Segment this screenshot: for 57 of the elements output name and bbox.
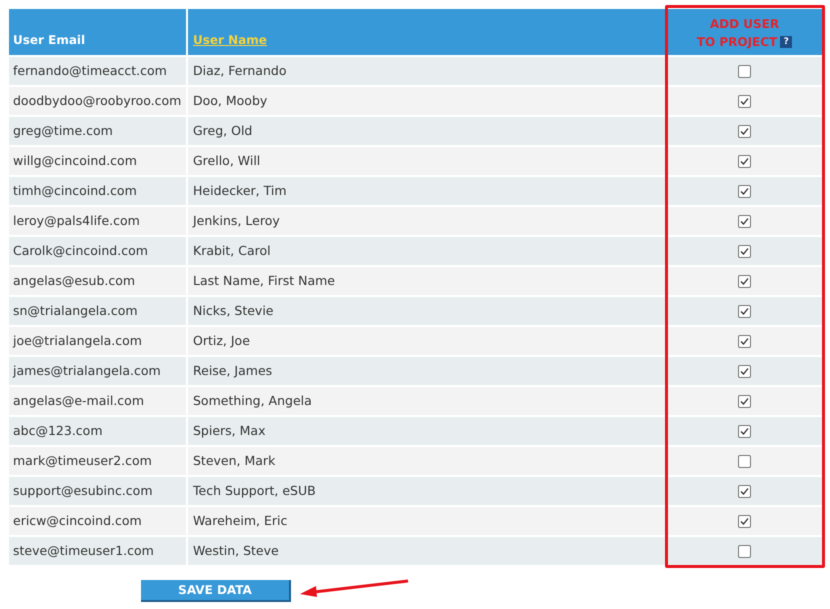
table-cell: sn@trialangela.com xyxy=(9,297,186,325)
table-cell: Heidecker, Tim xyxy=(188,177,665,205)
save-button[interactable]: SAVE DATA xyxy=(141,580,291,602)
checkbox[interactable] xyxy=(738,514,751,528)
table-cell: angelas@e-mail.com xyxy=(9,387,186,415)
table-cell: Ortiz, Joe xyxy=(188,327,665,355)
table-cell: Nicks, Stevie xyxy=(188,297,665,325)
table-cell: timh@cincoind.com xyxy=(9,177,186,205)
table-cell: angelas@esub.com xyxy=(9,267,186,295)
checkbox[interactable] xyxy=(738,94,751,108)
column-header-text: ADD USER xyxy=(710,16,780,33)
table-cell: support@esubinc.com xyxy=(9,477,186,505)
column-header[interactable]: User Name xyxy=(188,9,665,55)
table-cell: Something, Angela xyxy=(188,387,665,415)
table-cell: Westin, Steve xyxy=(188,537,665,565)
table-cell: Spiers, Max xyxy=(188,417,665,445)
checkbox[interactable] xyxy=(738,274,751,288)
checkbox[interactable] xyxy=(738,394,751,408)
table-cell: Krabit, Carol xyxy=(188,237,665,265)
table-cell: Steven, Mark xyxy=(188,447,665,475)
table-cell: ericw@cincoind.com xyxy=(9,507,186,535)
table-cell: Diaz, Fernando xyxy=(188,57,665,85)
table-cell: fernando@timeacct.com xyxy=(9,57,186,85)
table-cell: steve@timeuser1.com xyxy=(9,537,186,565)
table-cell: mark@timeuser2.com xyxy=(9,447,186,475)
checkbox[interactable] xyxy=(738,64,751,78)
table-cell: Reise, James xyxy=(188,357,665,385)
column-header-text: TO PROJECT xyxy=(696,34,778,51)
checkbox[interactable] xyxy=(738,484,751,498)
table-cell: greg@time.com xyxy=(9,117,186,145)
table-cell: Grello, Will xyxy=(188,147,665,175)
table-cell: abc@123.com xyxy=(9,417,186,445)
table-cell: Greg, Old xyxy=(188,117,665,145)
table-cell: Last Name, First Name xyxy=(188,267,665,295)
table-cell: james@trialangela.com xyxy=(9,357,186,385)
table-cell: willg@cincoind.com xyxy=(9,147,186,175)
checkbox[interactable] xyxy=(738,124,751,138)
checkbox[interactable] xyxy=(738,154,751,168)
table-cell: doodbydoo@roobyroo.com xyxy=(9,87,186,115)
checkbox[interactable] xyxy=(738,304,751,318)
table-cell: Doo, Mooby xyxy=(188,87,665,115)
checkbox[interactable] xyxy=(738,184,751,198)
table-cell: Wareheim, Eric xyxy=(188,507,665,535)
table-cell: leroy@pals4life.com xyxy=(9,207,186,235)
column-header: User Email xyxy=(9,9,186,55)
table-cell: Jenkins, Leroy xyxy=(188,207,665,235)
checkbox[interactable] xyxy=(738,544,751,558)
checkbox[interactable] xyxy=(738,334,751,348)
table-cell: Tech Support, eSUB xyxy=(188,477,665,505)
checkbox[interactable] xyxy=(738,454,751,468)
table-cell: Carolk@cincoind.com xyxy=(9,237,186,265)
help-icon[interactable]: ? xyxy=(780,36,792,48)
checkbox[interactable] xyxy=(738,214,751,228)
checkbox[interactable] xyxy=(738,244,751,258)
checkbox[interactable] xyxy=(738,424,751,438)
checkbox[interactable] xyxy=(738,364,751,378)
table-cell: joe@trialangela.com xyxy=(9,327,186,355)
